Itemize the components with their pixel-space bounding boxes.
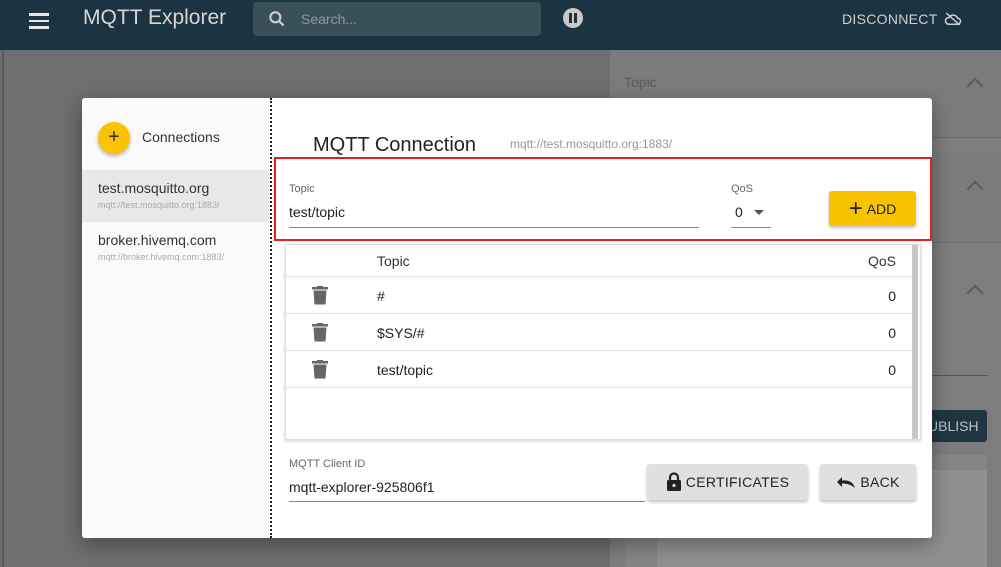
menu-icon[interactable]	[26, 10, 52, 32]
plus-icon: +	[848, 194, 863, 222]
search-icon	[269, 11, 285, 27]
trash-icon[interactable]	[312, 286, 328, 305]
back-button[interactable]: BACK	[820, 464, 916, 500]
client-id-underline	[289, 501, 645, 502]
cloud-off-icon	[944, 12, 961, 26]
qos-select[interactable]: 0	[735, 204, 771, 220]
certificates-button[interactable]: CERTIFICATES	[647, 464, 808, 500]
table-row: # 0	[286, 277, 912, 314]
topic-input[interactable]: test/topic	[289, 204, 699, 220]
row-qos: 0	[888, 325, 896, 341]
connection-settings: MQTT Connection mqtt://test.mosquitto.or…	[272, 98, 932, 538]
qos-column-header: QoS	[867, 253, 896, 269]
row-qos: 0	[888, 288, 896, 304]
background-topic-label: Topic	[624, 74, 657, 90]
topic-field-label: Topic	[289, 183, 315, 195]
dialog-title: MQTT Connection	[313, 134, 477, 156]
undo-icon	[837, 477, 856, 488]
trash-icon[interactable]	[312, 360, 328, 379]
table-row: $SYS/# 0	[286, 314, 912, 351]
connection-item-test-mosquitto[interactable]: test.mosquitto.org mqtt://test.mosquitto…	[82, 170, 270, 222]
add-subscription-button[interactable]: + ADD	[829, 191, 916, 226]
background-divider	[2, 50, 4, 567]
certificates-label: CERTIFICATES	[685, 474, 790, 490]
connection-item-hivemq[interactable]: broker.hivemq.com mqtt://broker.hivemq.c…	[82, 222, 270, 274]
connection-dialog: + Connections test.mosquitto.org mqtt://…	[82, 98, 932, 538]
app-title: MQTT Explorer	[83, 6, 227, 29]
app-bar: MQTT Explorer DISCONNECT	[0, 0, 1001, 50]
search-input[interactable]	[301, 2, 531, 36]
table-header: Topic QoS	[286, 245, 912, 277]
connection-name: broker.hivemq.com	[98, 232, 217, 248]
subscriptions-table: Topic QoS # 0 $SYS/# 0 test/topic 0	[285, 244, 921, 440]
disconnect-button[interactable]: DISCONNECT	[842, 11, 962, 27]
connection-url: mqtt://test.mosquitto.org:1883/	[98, 200, 220, 210]
search-box[interactable]	[253, 2, 541, 36]
background-underline	[928, 375, 988, 376]
add-button-label: ADD	[866, 200, 897, 217]
row-topic: #	[377, 288, 385, 304]
table-scrollbar[interactable]	[912, 245, 918, 439]
add-connection-button[interactable]: +	[98, 122, 130, 154]
connections-header: Connections	[142, 129, 220, 145]
qos-underline	[731, 227, 771, 228]
row-topic: test/topic	[377, 362, 434, 378]
topic-column-header: Topic	[377, 253, 410, 269]
table-row: test/topic 0	[286, 351, 912, 388]
client-id-input[interactable]: mqtt-explorer-925806f1	[289, 479, 645, 495]
row-topic: $SYS/#	[377, 325, 425, 341]
client-id-label: MQTT Client ID	[289, 458, 366, 470]
connection-list: + Connections test.mosquitto.org mqtt://…	[82, 98, 270, 538]
chevron-down-icon[interactable]	[754, 210, 764, 215]
trash-icon[interactable]	[312, 323, 328, 342]
row-qos: 0	[888, 362, 896, 378]
disconnect-label: DISCONNECT	[842, 11, 938, 27]
connection-name: test.mosquitto.org	[98, 180, 210, 196]
back-label: BACK	[860, 474, 900, 490]
topic-underline	[289, 227, 699, 228]
dialog-url: mqtt://test.mosquitto.org:1883/	[510, 137, 673, 151]
connection-url: mqtt://broker.hivemq.com:1883/	[98, 252, 225, 262]
pause-icon[interactable]	[563, 8, 583, 28]
qos-field-label: QoS	[731, 183, 754, 195]
lock-icon	[666, 472, 681, 491]
